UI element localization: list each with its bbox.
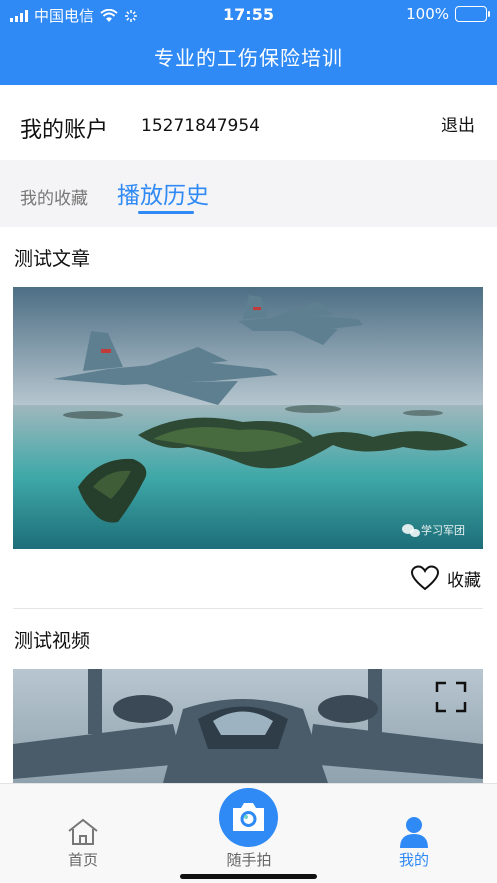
account-row: 我的账户 15271847954 退出 bbox=[0, 85, 497, 160]
divider bbox=[13, 608, 483, 609]
home-indicator bbox=[180, 874, 317, 879]
account-phone: 15271847954 bbox=[141, 116, 260, 136]
status-right: 100% bbox=[406, 5, 490, 23]
favorite-label: 收藏 bbox=[447, 570, 481, 591]
fighter-jet-video-thumbnail bbox=[13, 669, 483, 783]
history-list[interactable]: 测试文章 学习军团 收藏 测试视频 bbox=[0, 227, 497, 783]
user-icon bbox=[400, 817, 428, 848]
tab-bar: 我的收藏 播放历史 bbox=[0, 160, 497, 227]
favorite-button[interactable]: 收藏 bbox=[411, 565, 481, 591]
logout-button[interactable]: 退出 bbox=[441, 111, 475, 136]
active-tab-indicator bbox=[138, 211, 194, 214]
account-label: 我的账户 bbox=[20, 118, 109, 143]
heart-icon bbox=[411, 565, 439, 591]
home-icon bbox=[68, 818, 98, 845]
video-player[interactable] bbox=[13, 669, 483, 783]
battery-icon bbox=[455, 6, 490, 22]
list-item-title[interactable]: 测试文章 bbox=[14, 244, 90, 271]
nav-home-label: 首页 bbox=[67, 851, 98, 869]
bottom-nav: 首页 随手拍 我的 bbox=[0, 783, 497, 883]
nav-snapshot-label: 随手拍 bbox=[226, 851, 272, 869]
camera-icon bbox=[233, 803, 264, 831]
image-watermark: 学习军团 bbox=[421, 523, 465, 537]
list-item-title[interactable]: 测试视频 bbox=[14, 626, 90, 653]
fighter-jets-over-island-image: 学习军团 bbox=[13, 287, 483, 549]
nav-mine-label: 我的 bbox=[398, 851, 429, 869]
snapshot-camera-button[interactable] bbox=[219, 788, 278, 847]
tab-favorites[interactable]: 我的收藏 bbox=[20, 184, 88, 209]
article-image[interactable]: 学习军团 bbox=[13, 287, 483, 549]
app-title: 专业的工伤保险培训 bbox=[154, 46, 343, 70]
tab-history[interactable]: 播放历史 bbox=[117, 176, 209, 210]
status-bar: 中国电信 17:55 100% bbox=[0, 0, 497, 30]
fullscreen-icon[interactable] bbox=[435, 681, 467, 713]
battery-percent: 100% bbox=[406, 5, 449, 23]
top-bar: 中国电信 17:55 100% 专业的工伤保险培训 bbox=[0, 0, 497, 85]
